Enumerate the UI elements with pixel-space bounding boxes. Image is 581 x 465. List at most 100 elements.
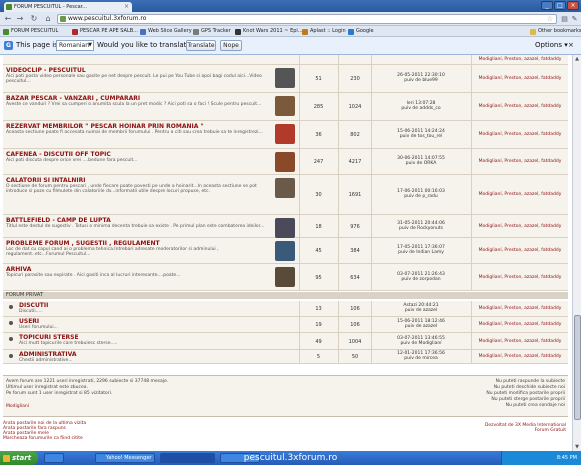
moderators[interactable]: Modiglianí, Preston, azazel, fatdaddy xyxy=(474,159,566,164)
forum-title[interactable]: ARHIVA xyxy=(6,266,31,273)
moderators[interactable]: Modiglianí, Preston, azazel, fatdaddy xyxy=(474,354,566,359)
forum-title[interactable]: ADMINISTRATIVA xyxy=(19,351,77,358)
moderators[interactable]: Modiglianí, Preston, azazel, fatdaddy xyxy=(474,322,566,327)
translate-button[interactable]: Translate xyxy=(186,40,216,51)
bookmark-6[interactable]: Google xyxy=(348,27,374,36)
language-select[interactable]: Romanian ▼ xyxy=(56,40,94,51)
forum-row[interactable]: VIDEOCLIP - PESCUITUL Aici poti posta vi… xyxy=(3,65,568,93)
close-window-icon[interactable]: × xyxy=(567,1,579,10)
last-post[interactable]: 03-07-2011 21:26:43 puiv de zorpodan xyxy=(373,272,469,282)
forum-title[interactable]: BAZAR PESCAR - VANZARI , CUMPARARI xyxy=(6,95,140,102)
forum-row[interactable]: BAZAR PESCAR - VANZARI , CUMPARARI Avest… xyxy=(3,93,568,121)
forum-title[interactable]: BATTLEFIELD - CAMP DE LUPTA xyxy=(6,217,111,224)
forum-row[interactable]: REZERVAT MEMBRILOR " PESCAR HOINAR PRIN … xyxy=(3,121,568,149)
moderators[interactable]: Modiglianí, Preston, azazel, fatdaddy xyxy=(474,192,566,197)
close-translate-icon[interactable]: × xyxy=(568,40,574,51)
moderators[interactable]: Modiglianí, Preston, azazel, fatdaddy xyxy=(474,104,566,109)
moderators[interactable]: Modiglianí, Preston, azazel, fatdaddy xyxy=(474,248,566,253)
bookmark-star-icon[interactable]: ☆ xyxy=(547,15,553,23)
last-post[interactable]: Astazi 20:44:21 puiv de azazel xyxy=(373,303,469,313)
start-button[interactable]: start xyxy=(0,451,38,465)
forum-title[interactable]: CAFENEA - DISCUTII OFF TOPIC xyxy=(6,151,111,158)
forum-title[interactable]: DISCUTII xyxy=(19,302,48,309)
forum-row[interactable]: ARHIVA Topicuri parasite sau expirate . … xyxy=(3,264,568,291)
last-post[interactable]: 17-06-2011 00:16:03 puiv de p_radu xyxy=(373,189,469,199)
forum-title[interactable]: REZERVAT MEMBRILOR " PESCAR HOINAR PRIN … xyxy=(6,123,204,130)
column-divider xyxy=(371,317,372,332)
taskbar-item[interactable] xyxy=(160,453,215,463)
page-menu-icon[interactable]: ▤ xyxy=(560,14,569,24)
vertical-scrollbar[interactable]: ▲ ▼ xyxy=(572,55,581,451)
forum-thumbnail xyxy=(275,178,295,198)
home-icon[interactable]: ⌂ xyxy=(43,14,53,24)
moderators[interactable]: Modiglianí, Preston, azazel, fatdaddy xyxy=(474,57,566,62)
forum-row[interactable]: CALATORII SI INTALNIRI O sectiune de for… xyxy=(3,175,568,215)
last-post[interactable]: 15-06-2011 14:24:24 puiv de tos_tou_rel xyxy=(373,129,469,139)
footer-link[interactable]: Marcheaza forumurile ca fiind citite xyxy=(3,436,83,441)
bookmark-3[interactable]: GPS Tracker xyxy=(193,27,231,36)
scroll-down-icon[interactable]: ▼ xyxy=(573,443,581,451)
private-forum-row[interactable]: TOPICURI STERSE Aici mutt topicurile car… xyxy=(3,333,568,350)
forum-statistics: Avem forum are 1221 useri inregistrati, … xyxy=(3,375,568,417)
bookmark-1[interactable]: PESCAR PE APE SALB... xyxy=(72,27,138,36)
other-bookmarks[interactable]: Other bookmarks xyxy=(530,27,581,36)
taskbar-item[interactable] xyxy=(220,453,260,463)
last-post[interactable] xyxy=(373,55,469,60)
tab-close-icon[interactable]: × xyxy=(124,2,129,12)
scroll-thumb[interactable] xyxy=(574,315,581,420)
minimize-icon[interactable]: _ xyxy=(541,1,553,10)
address-bar[interactable]: www.pescuitul.3xforum.ro ☆ xyxy=(57,14,557,24)
forum-title[interactable]: CALATORII SI INTALNIRI xyxy=(6,177,86,184)
wrench-icon[interactable]: ✎ xyxy=(570,14,579,24)
forum-row[interactable]: CAFENEA - DISCUTII OFF TOPIC Aici poti d… xyxy=(3,149,568,175)
column-divider xyxy=(299,301,300,316)
last-post[interactable]: 31-05-2011 20:44:06 puiv de Rockyonuts xyxy=(373,221,469,231)
moderators[interactable]: Modiglianí, Preston, azazel, fatdaddy xyxy=(474,224,566,229)
forum-row[interactable]: Modiglianí, Preston, azazel, fatdaddy xyxy=(3,55,568,65)
forum-description: O sectiune de forum pentru pescari , und… xyxy=(6,184,257,194)
nope-button[interactable]: Nope xyxy=(220,40,242,51)
private-forum-row[interactable]: USERI Useri forumului... 19 106 15-06-20… xyxy=(3,317,568,333)
last-post[interactable]: 26-05-2011 22:30:10 puiv de blue99 xyxy=(373,73,469,83)
footer-credit[interactable]: Forum Gratuit xyxy=(535,428,566,433)
private-forum-row[interactable]: DISCUTII Discutii..... 13 106 Astazi 20:… xyxy=(3,301,568,317)
last-post[interactable]: 30-06-2011 14:07:55 puiv de ORKA xyxy=(373,156,469,166)
back-icon[interactable]: ← xyxy=(3,14,13,24)
moderators[interactable]: Modiglianí, Preston, azazel, fatdaddy xyxy=(474,132,566,137)
bookmark-4[interactable]: Knot Wars 2011 ~ Epi... xyxy=(235,27,303,36)
bookmark-5[interactable]: Aplast :: Login xyxy=(302,27,346,36)
forum-title[interactable]: TOPICURI STERSE xyxy=(19,334,79,341)
maximize-icon[interactable]: □ xyxy=(554,1,566,10)
private-forum-row[interactable]: ADMINISTRATIVA Chestii administrative...… xyxy=(3,350,568,364)
options-menu[interactable]: Options ▾ xyxy=(535,40,568,51)
last-post[interactable]: Ieri 13:07:28 puiv de addds_co xyxy=(373,101,469,111)
moderators[interactable]: Modiglianí, Preston, azazel, fatdaddy xyxy=(474,275,566,280)
post-count: 634 xyxy=(350,274,360,281)
bookmark-favicon-icon xyxy=(193,28,199,35)
forum-row[interactable]: PROBLEME FORUM , SUGESTII , REGULAMENT L… xyxy=(3,238,568,264)
bookmark-2[interactable]: Web Slice Gallery xyxy=(140,27,192,36)
last-post[interactable]: 17-05-2011 17:36:07 puiv de Indian Lamy xyxy=(373,245,469,255)
scroll-up-icon[interactable]: ▲ xyxy=(573,55,581,63)
last-post[interactable]: 12-01-2011 17:36:56 puiv de mircea xyxy=(373,351,469,361)
moderators[interactable]: Modiglianí, Preston, azazel, fatdaddy xyxy=(474,76,566,81)
bookmarks-bar: FORUM PESCUITUL PESCAR PE APE SALB... We… xyxy=(0,26,581,37)
forum-title[interactable]: VIDEOCLIP - PESCUITUL xyxy=(6,67,86,74)
forum-title[interactable]: PROBLEME FORUM , SUGESTII , REGULAMENT xyxy=(6,240,160,247)
moderators[interactable]: Modiglianí, Preston, azazel, fatdaddy xyxy=(474,339,566,344)
browser-tab[interactable]: FORUM PESCUITUL - Pescar... × xyxy=(4,2,132,12)
reload-icon[interactable]: ↻ xyxy=(29,14,39,24)
forward-icon[interactable]: → xyxy=(15,14,25,24)
taskbar-item[interactable] xyxy=(44,453,64,463)
forum-row[interactable]: BATTLEFIELD - CAMP DE LUPTA Titlul este … xyxy=(3,215,568,238)
bookmark-0[interactable]: FORUM PESCUITUL xyxy=(3,27,58,36)
forum-title[interactable]: USERI xyxy=(19,318,39,325)
taskbar-item-messenger[interactable]: Yahoo! Messenger xyxy=(95,453,155,463)
forum-thumbnail xyxy=(275,218,295,238)
last-post[interactable]: 15-06-2011 18:12:46 puiv de azazel xyxy=(373,319,469,329)
forum-thumbnail xyxy=(275,68,295,88)
moderator-link[interactable]: Modiglianí xyxy=(6,404,29,409)
topic-count: 19 xyxy=(315,322,322,328)
moderators[interactable]: Modiglianí, Preston, azazel, fatdaddy xyxy=(474,306,566,311)
last-post[interactable]: 03-07-2011 13:46:55 puiv de Modiglianí xyxy=(373,336,469,346)
